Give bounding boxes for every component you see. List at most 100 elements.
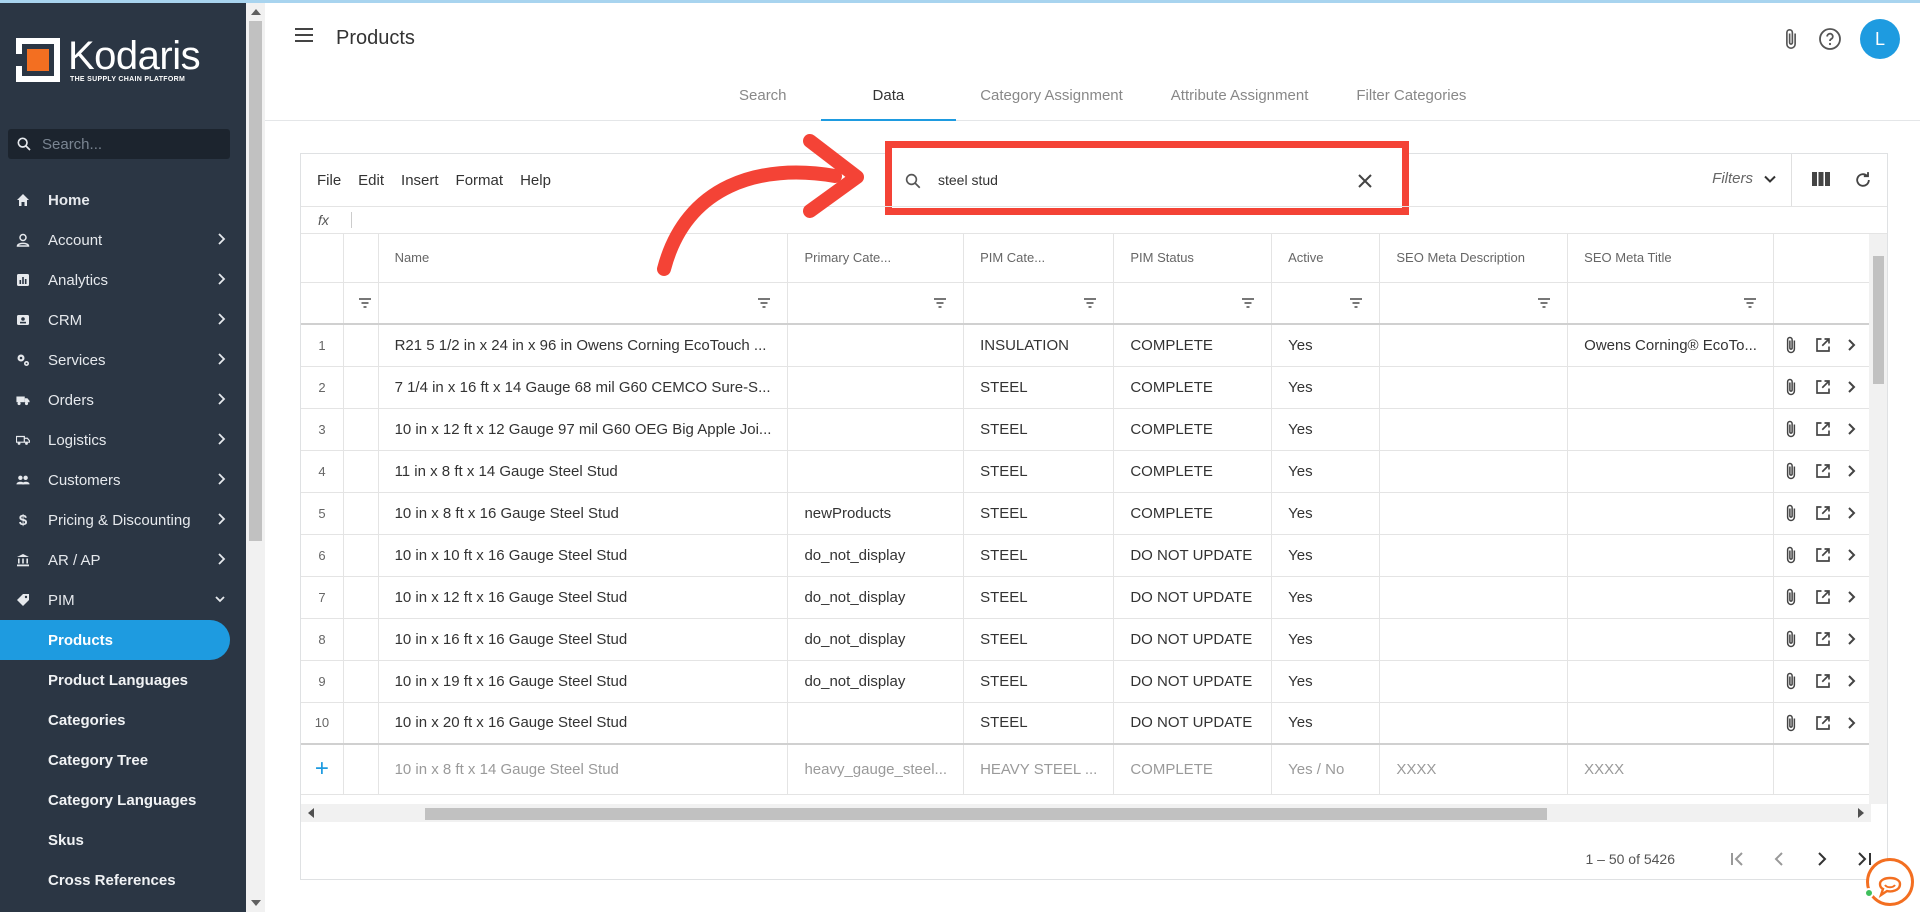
next-page-icon[interactable] (1813, 851, 1831, 867)
open-in-new-icon[interactable] (1814, 504, 1832, 522)
table-cell[interactable]: XXXX (1567, 743, 1774, 795)
sidebar-subitem-category-tree[interactable]: Category Tree (0, 740, 246, 780)
row-select-cell[interactable] (343, 366, 379, 409)
row-select-cell[interactable] (343, 660, 379, 703)
paperclip-icon[interactable] (1782, 545, 1800, 565)
sidebar-item-home[interactable]: Home (0, 180, 246, 220)
grid-vertical-scroll-thumb[interactable] (1873, 256, 1884, 384)
paperclip-icon[interactable] (1782, 419, 1800, 439)
pim-status-cell[interactable]: COMPLETE (1113, 492, 1273, 535)
sidebar-item-customers[interactable]: Customers (0, 460, 246, 500)
scroll-right-arrow-icon[interactable] (1857, 808, 1865, 818)
seo-meta-title-cell[interactable] (1567, 408, 1774, 451)
name-cell[interactable]: 10 in x 16 ft x 16 Gauge Steel Stud (378, 618, 789, 661)
grid-horizontal-scroll-thumb[interactable] (425, 808, 1547, 820)
grid-vertical-scrollbar[interactable] (1869, 234, 1887, 804)
open-in-new-icon[interactable] (1814, 378, 1832, 396)
table-row[interactable]: 2 7 1/4 in x 16 ft x 14 Gauge 68 mil G60 … (301, 366, 1871, 409)
paperclip-icon[interactable] (1782, 671, 1800, 691)
seo-meta-title-cell[interactable] (1567, 366, 1774, 409)
clear-search-icon[interactable] (1358, 174, 1372, 188)
table-cell[interactable]: 10 in x 8 ft x 14 Gauge Steel Stud (378, 743, 789, 795)
name-cell[interactable]: 10 in x 10 ft x 16 Gauge Steel Stud (378, 534, 789, 577)
pim-status-cell[interactable]: DO NOT UPDATE (1113, 534, 1273, 577)
pim-status-cell[interactable]: COMPLETE (1113, 450, 1273, 493)
table-row[interactable]: 8 10 in x 16 ft x 16 Gauge Steel Stud do_n… (301, 618, 1871, 661)
open-in-new-icon[interactable] (1814, 672, 1832, 690)
help-icon[interactable] (1818, 27, 1842, 51)
row-select-cell[interactable] (343, 618, 379, 661)
pim-status-cell[interactable]: COMPLETE (1113, 408, 1273, 451)
table-row[interactable]: 7 10 in x 12 ft x 16 Gauge Steel Stud do_n… (301, 576, 1871, 619)
filter-icon[interactable] (933, 297, 947, 309)
menu-edit[interactable]: Edit (358, 172, 384, 189)
column-filter-cell[interactable] (343, 282, 379, 325)
previous-page-icon[interactable] (1771, 851, 1789, 867)
seo-meta-description-cell[interactable] (1379, 660, 1569, 703)
chat-widget-icon[interactable] (1866, 858, 1914, 906)
seo-meta-description-cell[interactable] (1379, 492, 1569, 535)
primary-category-cell[interactable]: do_not_display (787, 534, 965, 577)
primary-category-cell[interactable] (787, 408, 965, 451)
primary-category-cell[interactable]: newProducts (787, 492, 965, 535)
pim-category-cell[interactable]: STEEL (963, 492, 1115, 535)
filter-icon[interactable] (1743, 297, 1757, 309)
open-in-new-icon[interactable] (1814, 714, 1832, 732)
hamburger-menu-icon[interactable] (295, 28, 313, 42)
table-cell[interactable]: HEAVY STEEL ... (963, 743, 1115, 795)
row-select-cell[interactable] (343, 534, 379, 577)
sidebar-subitem-product-languages[interactable]: Product Languages (0, 660, 246, 700)
menu-insert[interactable]: Insert (401, 172, 439, 189)
chevron-right-icon[interactable] (1846, 422, 1856, 436)
sidebar-subitem-category-languages[interactable]: Category Languages (0, 780, 246, 820)
pim-status-cell[interactable]: COMPLETE (1113, 366, 1273, 409)
primary-category-cell[interactable] (787, 366, 965, 409)
sidebar-item-pim[interactable]: PIM (0, 580, 246, 620)
active-cell[interactable]: Yes (1271, 450, 1381, 493)
active-cell[interactable]: Yes (1271, 576, 1381, 619)
pim-category-cell[interactable]: STEEL (963, 618, 1115, 661)
tab-search[interactable]: Search (705, 75, 821, 121)
seo-meta-title-cell[interactable] (1567, 618, 1774, 661)
name-cell[interactable]: 10 in x 19 ft x 16 Gauge Steel Stud (378, 660, 789, 703)
chevron-right-icon[interactable] (1846, 674, 1856, 688)
seo-meta-description-cell[interactable] (1379, 702, 1569, 745)
sidebar-item-logistics[interactable]: Logistics (0, 420, 246, 460)
chevron-right-icon[interactable] (1846, 380, 1856, 394)
active-cell[interactable]: Yes (1271, 702, 1381, 745)
pim-category-cell[interactable]: STEEL (963, 366, 1115, 409)
primary-category-cell[interactable] (787, 324, 965, 367)
name-cell[interactable]: 10 in x 12 ft x 16 Gauge Steel Stud (378, 576, 789, 619)
chevron-right-icon[interactable] (1846, 716, 1856, 730)
pim-category-cell[interactable]: INSULATION (963, 324, 1115, 367)
tab-filter-categories[interactable]: Filter Categories (1332, 75, 1490, 121)
name-cell[interactable]: 10 in x 12 ft x 12 Gauge 97 mil G60 OEG … (378, 408, 789, 451)
column-header-seo-meta-title[interactable]: SEO Meta Title (1567, 234, 1774, 283)
active-cell[interactable]: Yes (1271, 618, 1381, 661)
table-row[interactable]: 3 10 in x 12 ft x 12 Gauge 97 mil G60 OEG… (301, 408, 1871, 451)
table-row[interactable]: 9 10 in x 19 ft x 16 Gauge Steel Stud do_n… (301, 660, 1871, 703)
pim-status-cell[interactable]: DO NOT UPDATE (1113, 660, 1273, 703)
paperclip-icon[interactable] (1782, 503, 1800, 523)
paperclip-icon[interactable] (1782, 713, 1800, 733)
seo-meta-description-cell[interactable] (1379, 576, 1569, 619)
pim-category-cell[interactable]: STEEL (963, 576, 1115, 619)
column-filter-cell[interactable] (963, 282, 1115, 325)
row-select-cell[interactable] (343, 408, 379, 451)
seo-meta-description-cell[interactable] (1379, 366, 1569, 409)
columns-icon[interactable] (1811, 170, 1831, 188)
formula-bar[interactable]: fx (301, 206, 1887, 234)
column-filter-cell[interactable] (1113, 282, 1273, 325)
paperclip-icon[interactable] (1780, 27, 1802, 51)
sidebar-scrollbar[interactable] (246, 3, 265, 912)
column-filter-cell[interactable] (787, 282, 965, 325)
active-cell[interactable]: Yes (1271, 660, 1381, 703)
paperclip-icon[interactable] (1782, 629, 1800, 649)
seo-meta-description-cell[interactable] (1379, 408, 1569, 451)
sidebar-scroll-thumb[interactable] (249, 21, 262, 541)
sidebar-subitem-inventory-groups[interactable]: Inventory Groups (0, 900, 246, 912)
column-header-seo-meta-description[interactable]: SEO Meta Description (1379, 234, 1569, 283)
pim-status-cell[interactable]: DO NOT UPDATE (1113, 702, 1273, 745)
sidebar-subitem-products[interactable]: Products (0, 620, 230, 660)
grid-horizontal-scrollbar[interactable] (301, 804, 1871, 822)
